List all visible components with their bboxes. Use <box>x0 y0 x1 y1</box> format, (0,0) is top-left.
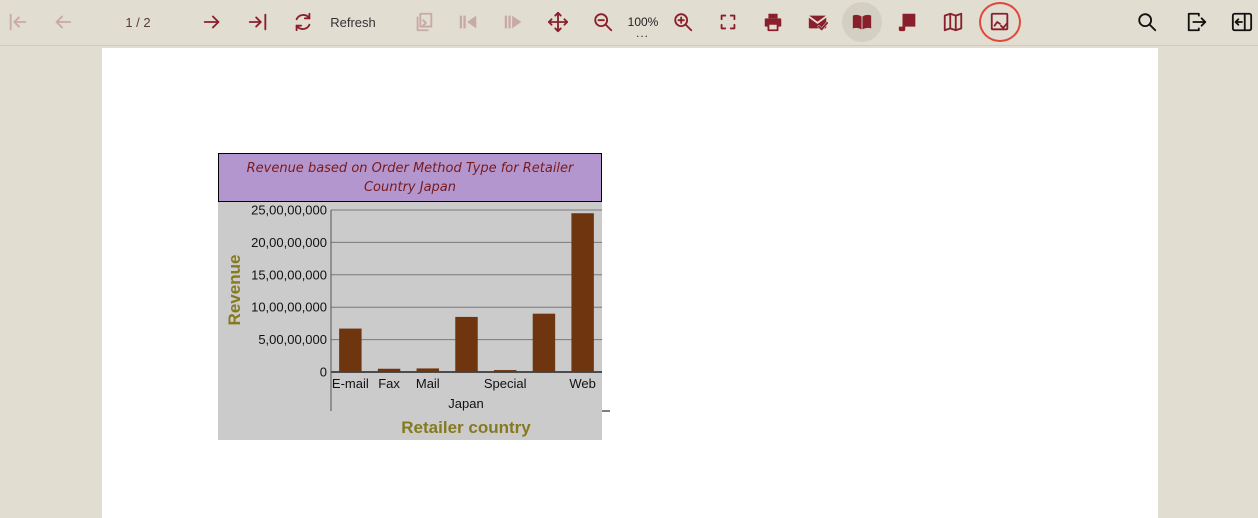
copy-button[interactable] <box>412 4 436 40</box>
y-tick-label: 5,00,00,000 <box>258 332 327 347</box>
x-tick-label: Fax <box>378 376 400 391</box>
chart-bar <box>339 328 362 372</box>
refresh-button[interactable] <box>291 4 315 40</box>
refresh-label: Refresh <box>330 14 376 30</box>
extract-button[interactable] <box>979 2 1021 42</box>
next-page-button[interactable] <box>200 4 224 40</box>
y-tick-label: 20,00,00,000 <box>251 235 327 250</box>
email-button[interactable] <box>806 4 830 40</box>
map-button[interactable] <box>941 4 965 40</box>
pan-icon <box>547 11 569 33</box>
map-icon <box>943 12 963 32</box>
book-icon <box>852 14 872 30</box>
x-tick-label: Special <box>484 376 527 391</box>
collapse-panel-button[interactable] <box>1230 4 1254 40</box>
zoom-in-icon <box>674 13 693 32</box>
scroll-view-button[interactable] <box>896 4 920 40</box>
collapse-panel-icon <box>1231 12 1253 32</box>
last-page-button[interactable] <box>246 4 270 40</box>
first-page-icon <box>9 13 27 31</box>
exit-button[interactable] <box>1184 4 1210 40</box>
step-forward-icon <box>504 15 522 29</box>
y-tick-label: 10,00,00,000 <box>251 300 327 315</box>
refresh-label-button[interactable]: Refresh <box>326 4 380 40</box>
copy-icon <box>416 12 433 32</box>
previous-page-icon <box>55 15 72 29</box>
chart-bar <box>455 316 478 372</box>
chart-bar <box>377 368 401 372</box>
last-page-icon <box>248 13 267 31</box>
first-page-button[interactable] <box>6 4 30 40</box>
exit-icon <box>1187 12 1207 32</box>
zoom-out-button[interactable] <box>591 4 615 40</box>
x-tick-label: Mail <box>416 376 440 391</box>
group-label: Japan <box>448 396 483 411</box>
print-button[interactable] <box>761 4 785 40</box>
chart-title: Revenue based on Order Method Type for R… <box>218 153 602 202</box>
print-icon <box>764 13 782 32</box>
zoom-out-icon <box>594 13 613 32</box>
toolbar: 1 / 2 Refresh 100% ... <box>0 0 1258 46</box>
scroll-icon <box>898 13 916 32</box>
zoom-options[interactable]: ... <box>636 26 649 40</box>
chart-bar <box>416 368 440 372</box>
chart-bar <box>532 313 556 372</box>
y-tick-label: 15,00,00,000 <box>251 267 327 282</box>
fit-page-icon <box>720 14 736 30</box>
refresh-icon <box>295 12 311 32</box>
y-tick-label: 25,00,00,000 <box>251 203 327 218</box>
revenue-bar-chart: 0 5,00,00,000 10,00,00,000 15,00,00,000 20,0… <box>225 203 610 437</box>
next-page-icon <box>203 15 220 29</box>
search-icon <box>1138 13 1157 32</box>
x-tick-label: E-mail <box>332 376 369 391</box>
x-tick-label: Web <box>569 376 596 391</box>
book-view-button[interactable] <box>842 2 882 42</box>
step-back-button[interactable] <box>456 4 480 40</box>
y-tick-label: 0 <box>320 365 327 380</box>
pan-button[interactable] <box>546 4 570 40</box>
extract-icon <box>990 12 1009 31</box>
page-indicator[interactable]: 1 / 2 <box>118 4 158 40</box>
step-forward-button[interactable] <box>501 4 525 40</box>
previous-page-button[interactable] <box>51 4 75 40</box>
x-axis-title: Retailer country <box>401 418 531 437</box>
page-indicator-text: 1 / 2 <box>125 14 151 30</box>
fit-page-button[interactable] <box>716 4 740 40</box>
step-back-icon <box>459 15 477 29</box>
email-icon <box>807 15 829 31</box>
chart-bar <box>571 213 594 372</box>
search-button[interactable] <box>1135 4 1159 40</box>
zoom-in-button[interactable] <box>671 4 695 40</box>
chart-bar <box>493 370 517 372</box>
y-axis-title: Revenue <box>225 255 244 326</box>
